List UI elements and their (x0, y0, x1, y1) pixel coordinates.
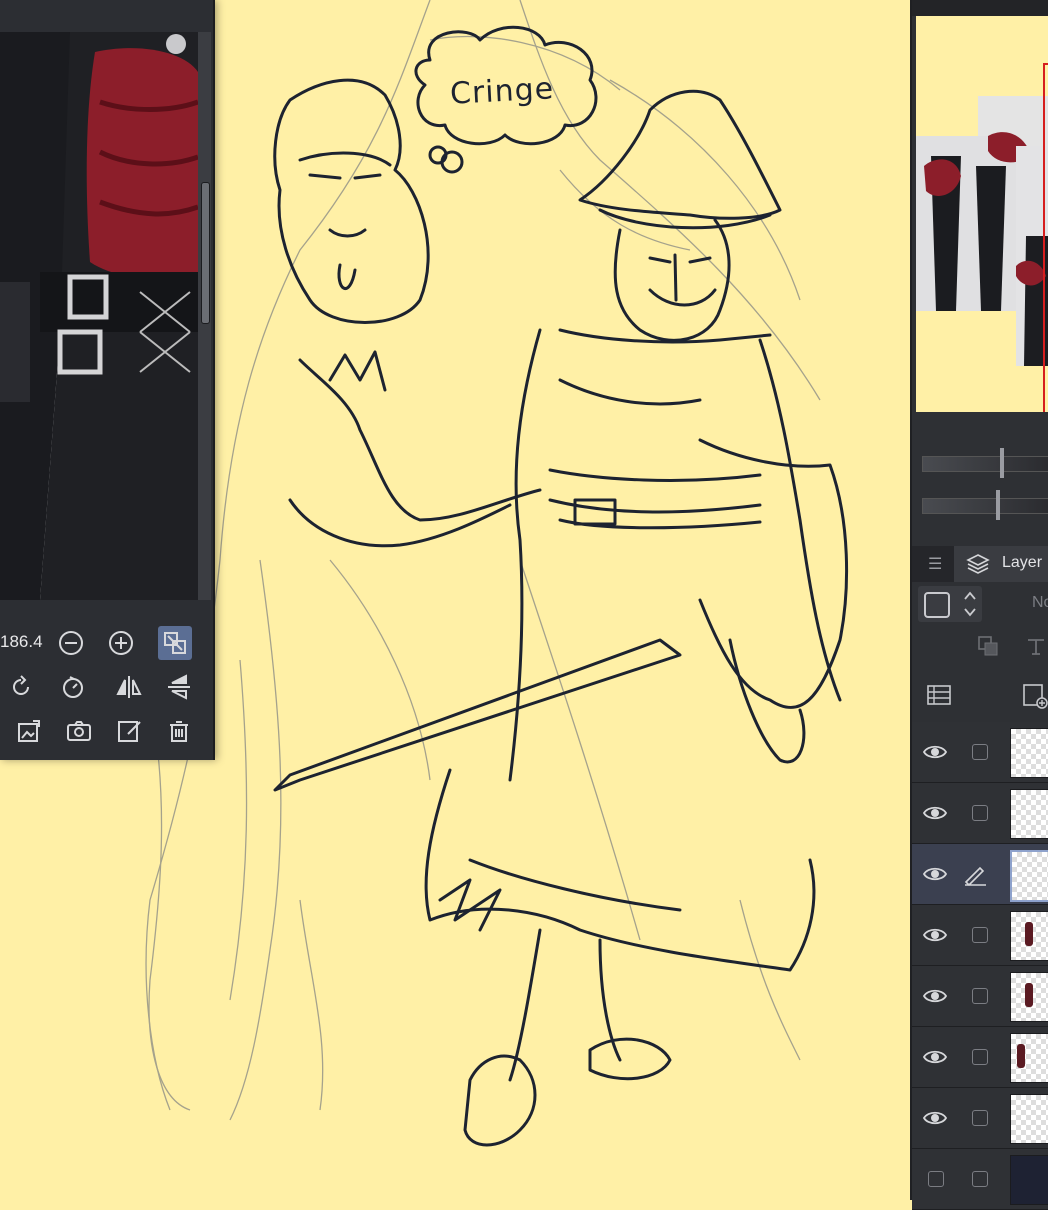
layer-row[interactable] (912, 1149, 1048, 1210)
layer-row[interactable] (912, 1027, 1048, 1088)
layer-thumbnail (1010, 1094, 1048, 1144)
reference-image[interactable] (0, 32, 198, 600)
layer-row[interactable] (912, 905, 1048, 966)
pen-icon (964, 866, 986, 886)
layer-thumbnail (1010, 1033, 1048, 1083)
eye-icon[interactable] (922, 740, 948, 764)
blend-mode-row: No (912, 584, 1048, 624)
thumbnail-dark-reference (1011, 1156, 1048, 1204)
eye-icon[interactable] (922, 984, 948, 1008)
fit-view-icon[interactable] (158, 626, 192, 660)
navigator-preview[interactable] (916, 16, 1048, 412)
import-image-icon[interactable] (12, 714, 46, 748)
layers-icon (966, 554, 990, 574)
slider-track[interactable] (922, 456, 1048, 472)
slider-knob[interactable] (996, 490, 1000, 520)
layer-checkbox[interactable] (972, 988, 988, 1004)
layer-thumbnail (1010, 972, 1048, 1022)
delete-icon[interactable] (162, 714, 196, 748)
layer-color-icon (924, 592, 950, 618)
rotate-reset-icon[interactable] (56, 670, 90, 704)
layer-checkbox[interactable] (972, 1171, 988, 1187)
rotate-icon[interactable] (4, 670, 38, 704)
layer-checkbox[interactable] (972, 805, 988, 821)
eye-icon[interactable] (922, 801, 948, 825)
eye-icon[interactable] (922, 1045, 948, 1069)
layer-panel-tabs: ☰ Layer (912, 546, 1048, 582)
reference-photo-drawing (0, 32, 198, 600)
reference-scrollbar[interactable] (198, 32, 211, 600)
clip-layer-icon[interactable] (976, 634, 1000, 658)
zoom-value[interactable]: 186.4 (0, 632, 43, 652)
flip-vertical-icon[interactable] (162, 670, 196, 704)
layer-thumbnail (1010, 911, 1048, 961)
tab-layer-label: Layer (1002, 554, 1043, 571)
layer-checkbox[interactable] (972, 1110, 988, 1126)
panel-menu-icon[interactable]: ☰ (928, 554, 942, 574)
panel-header-strip (912, 0, 1048, 16)
eye-icon[interactable] (922, 862, 948, 886)
navigator-rotate-slider[interactable] (922, 490, 1048, 520)
layer-row[interactable] (912, 1088, 1048, 1149)
lock-layer-icon[interactable] (1024, 634, 1048, 658)
layer-thumbnail (1010, 850, 1048, 902)
zoom-controls: 186.4 (0, 622, 213, 666)
tab-layer[interactable]: Layer (954, 546, 1048, 582)
slider-knob[interactable] (1000, 448, 1004, 478)
layer-row[interactable] (912, 966, 1048, 1027)
navigator-thumbnail (916, 16, 1048, 412)
layer-checkbox[interactable] (972, 927, 988, 943)
stepper-icon (964, 591, 976, 617)
layer-thumbnail (1010, 728, 1048, 778)
thumbnail-figure (1025, 983, 1033, 1007)
layer-thumbnail (1010, 1155, 1048, 1205)
camera-icon[interactable] (62, 714, 96, 748)
sub-view-panel: 186.4 (0, 0, 215, 760)
edit-icon[interactable] (112, 714, 146, 748)
visibility-checkbox[interactable] (928, 1171, 944, 1187)
eye-icon[interactable] (922, 923, 948, 947)
layer-row-selected[interactable] (912, 844, 1048, 905)
layer-property-icon[interactable] (926, 683, 952, 707)
eye-icon[interactable] (922, 1106, 948, 1130)
layer-list (912, 722, 1048, 1210)
scrollbar-thumb[interactable] (201, 182, 210, 324)
thumbnail-figure (1025, 922, 1033, 946)
slider-track[interactable] (922, 498, 1048, 514)
flip-horizontal-icon[interactable] (112, 670, 146, 704)
layer-row[interactable] (912, 783, 1048, 844)
thumbnail-figure (1017, 1044, 1025, 1068)
layer-row[interactable] (912, 722, 1048, 783)
right-panel: ☰ Layer No (910, 0, 1048, 1210)
blend-mode-selector[interactable] (918, 586, 982, 622)
layer-thumbnail (1010, 789, 1048, 839)
thought-bubble-text: Cringe (449, 71, 555, 112)
layer-checkbox[interactable] (972, 744, 988, 760)
blend-mode-value[interactable]: No (1032, 594, 1048, 612)
layer-checkbox[interactable] (972, 1049, 988, 1065)
new-layer-icon[interactable] (1022, 683, 1048, 709)
zoom-in-icon[interactable] (104, 626, 138, 660)
zoom-out-icon[interactable] (54, 626, 88, 660)
navigator-zoom-slider[interactable] (922, 448, 1048, 478)
